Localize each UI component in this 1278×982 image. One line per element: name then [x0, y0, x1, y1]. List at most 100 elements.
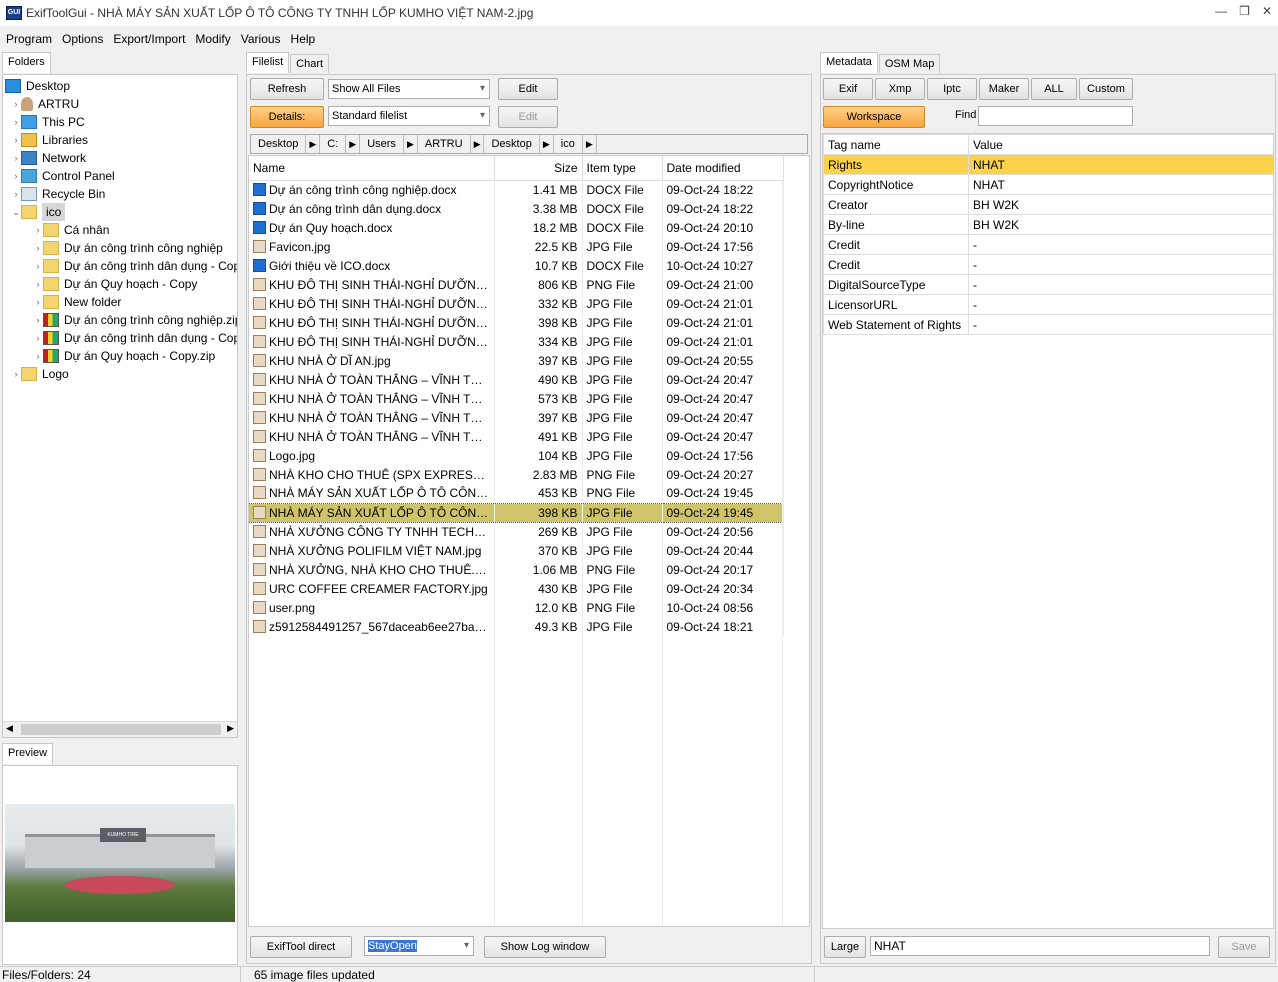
file-row[interactable]: KHU NHÀ Ở TOÀN THẮNG – VĨNH TÂN... 491 KB… [249, 427, 784, 446]
chevron-right-icon[interactable]: › [33, 329, 43, 347]
tab-folders[interactable]: Folders [2, 52, 51, 73]
menu-modify[interactable]: Modify [195, 32, 230, 46]
crumb-arrow-icon[interactable]: ▶ [346, 135, 361, 153]
tab-preview[interactable]: Preview [2, 743, 54, 764]
col-name[interactable]: Name [249, 156, 495, 181]
workspace-button[interactable]: Workspace [823, 106, 925, 128]
menu-program[interactable]: Program [6, 32, 52, 46]
menu-various[interactable]: Various [241, 32, 281, 46]
tree-item[interactable]: › Dự án công trình công nghiệp [33, 239, 223, 257]
file-row[interactable]: z5912584491257_567daceab6ee27badba... 49.… [249, 617, 784, 636]
chevron-right-icon[interactable]: › [11, 131, 21, 149]
metadata-row[interactable]: Credit - [823, 234, 1273, 255]
tree-item[interactable]: › ARTRU [11, 95, 79, 113]
edit-view-button[interactable]: Edit [498, 106, 558, 128]
file-row[interactable]: Logo.jpg 104 KB JPG File 09-Oct-24 17:56 [249, 446, 784, 465]
file-row[interactable]: Favicon.jpg 22.5 KB JPG File 09-Oct-24 17:5… [249, 237, 784, 256]
file-row[interactable]: KHU ĐÔ THỊ SINH THÁI-NGHỈ DƯỠNG,... 398 K… [249, 313, 784, 332]
file-row[interactable]: Dự án công trình dân dụng.docx 3.38 MB DOC… [249, 199, 784, 218]
tree-item[interactable]: › Network [11, 149, 86, 167]
metadata-row[interactable]: LicensorURL - [823, 294, 1273, 315]
chevron-right-icon[interactable]: › [33, 275, 43, 293]
menu-options[interactable]: Options [62, 32, 103, 46]
chevron-right-icon[interactable]: › [11, 167, 21, 185]
file-row[interactable]: KHU ĐÔ THỊ SINH THÁI-NGHỈ DƯỠNG,... 806 K… [249, 275, 784, 294]
tree-item[interactable]: › Dự án Quy hoạch - Copy.zip [33, 347, 215, 365]
file-row[interactable]: NHÀ KHO CHO THUÊ (SPX EXPRESS).png 2.83 M… [249, 465, 784, 484]
restore-icon[interactable]: ❐ [1239, 4, 1250, 18]
file-row[interactable]: KHU NHÀ Ở TOÀN THẮNG – VĨNH TÂN... 397 KB… [249, 408, 784, 427]
file-row[interactable]: URC COFFEE CREAMER FACTORY.jpg 430 KB JPG … [249, 579, 784, 598]
tab-chart[interactable]: Chart [290, 54, 330, 73]
file-row[interactable]: NHÀ MÁY SẢN XUẤT LỐP Ô TÔ CÔNG ... 453 KB… [249, 484, 784, 503]
col-date-modified[interactable]: Date modified [662, 156, 784, 181]
file-row[interactable]: KHU NHÀ Ở DĨ AN.jpg 397 KB JPG File 09-Oct-… [249, 351, 784, 370]
tree-hscrollbar[interactable]: ◀ ▶ [3, 721, 237, 737]
maker-button[interactable]: Maker [979, 78, 1029, 100]
scroll-right-icon[interactable]: ▶ [227, 723, 234, 734]
find-input[interactable] [978, 106, 1133, 126]
all-button[interactable]: ALL [1031, 78, 1077, 100]
tree-item[interactable]: › New folder [33, 293, 121, 311]
file-row[interactable]: NHÀ MÁY SẢN XUẤT LỐP Ô TÔ CÔNG ... 398 KB… [249, 502, 784, 523]
edit-filter-button[interactable]: Edit [498, 78, 558, 100]
file-row[interactable]: Dự án công trình công nghiệp.docx 1.41 MB… [249, 180, 784, 199]
file-row[interactable]: KHU ĐÔ THỊ SINH THÁI-NGHỈ DƯỠNG,... 334 K… [249, 332, 784, 351]
metadata-row[interactable]: Rights NHAT [823, 154, 1273, 175]
file-row[interactable]: NHÀ XƯỞNG POLIFILM VIỆT NAM.jpg 370 KB JPG… [249, 541, 784, 560]
tree-item[interactable]: Desktop [5, 77, 70, 95]
filelist-view-combo[interactable]: Standard filelist [328, 106, 490, 126]
crumb-users[interactable]: Users [360, 135, 404, 153]
chevron-right-icon[interactable]: › [33, 293, 43, 311]
value-edit-input[interactable]: NHAT [870, 936, 1210, 956]
scroll-left-icon[interactable]: ◀ [6, 723, 13, 734]
chevron-right-icon[interactable]: › [11, 185, 21, 203]
col-item-type[interactable]: Item type [582, 156, 663, 181]
crumb-arrow-icon[interactable]: ▶ [404, 135, 418, 153]
tree-item[interactable]: › Control Panel [11, 167, 115, 185]
chevron-right-icon[interactable]: › [33, 239, 43, 257]
tree-item[interactable]: ⌄ ico [11, 203, 66, 221]
chevron-right-icon[interactable]: › [33, 221, 43, 239]
col-size[interactable]: Size [494, 156, 583, 181]
crumb-arrow-icon[interactable]: ▶ [471, 135, 485, 153]
crumb-artru[interactable]: ARTRU [418, 135, 471, 153]
file-row[interactable]: KHU NHÀ Ở TOÀN THẮNG – VĨNH TÂN... 490 KB… [249, 370, 784, 389]
crumb-c[interactable]: C: [320, 135, 347, 153]
chevron-right-icon[interactable]: › [33, 257, 43, 275]
chevron-right-icon[interactable]: › [33, 311, 43, 329]
col-value[interactable]: Value [968, 134, 1273, 155]
col-tag-name[interactable]: Tag name [823, 134, 969, 155]
tab-metadata[interactable]: Metadata [820, 52, 878, 73]
tree-item[interactable]: › Recycle Bin [11, 185, 105, 203]
crumb-ico[interactable]: ico [554, 135, 583, 153]
metadata-row[interactable]: Creator BH W2K [823, 194, 1273, 215]
details-button[interactable]: Details: [250, 106, 324, 128]
tree-item[interactable]: › Dự án công trình dân dụng - Copy [33, 257, 237, 275]
crumb-arrow-icon[interactable]: ▶ [306, 135, 321, 153]
large-button[interactable]: Large [824, 936, 866, 958]
menu-help[interactable]: Help [291, 32, 316, 46]
file-row[interactable]: Dự án Quy hoạch.docx 18.2 MB DOCX File 09-O… [249, 218, 784, 237]
refresh-button[interactable]: Refresh [250, 78, 324, 100]
stayopen-combo[interactable]: StayOpen [364, 936, 474, 956]
tree-item[interactable]: › Dự án công trình dân dụng - Copy.zip [33, 329, 237, 347]
tree-item[interactable]: › Dự án công trình công nghiệp.zip [33, 311, 237, 329]
xmp-button[interactable]: Xmp [875, 78, 925, 100]
menu-export-import[interactable]: Export/Import [113, 32, 185, 46]
file-row[interactable]: user.png 12.0 KB PNG File 10-Oct-24 08:56 [249, 598, 784, 617]
chevron-right-icon[interactable]: › [11, 365, 21, 383]
metadata-row[interactable]: DigitalSourceType - [823, 274, 1273, 295]
scroll-thumb[interactable] [21, 724, 221, 735]
tab-osm-map[interactable]: OSM Map [878, 54, 941, 73]
chevron-right-icon[interactable]: › [33, 347, 43, 365]
tree-item[interactable]: › Libraries [11, 131, 88, 149]
tree-item[interactable]: › Dự án Quy hoạch - Copy [33, 275, 197, 293]
chevron-right-icon[interactable]: › [11, 113, 21, 131]
metadata-row[interactable]: CopyrightNotice NHAT [823, 174, 1273, 195]
minimize-icon[interactable]: — [1215, 4, 1227, 18]
file-row[interactable]: NHÀ XƯỞNG, NHÀ KHO CHO THUÊ.png 1.06 MB PN… [249, 560, 784, 579]
iptc-button[interactable]: Iptc [927, 78, 977, 100]
metadata-row[interactable]: By-line BH W2K [823, 214, 1273, 235]
exif-button[interactable]: Exif [823, 78, 873, 100]
